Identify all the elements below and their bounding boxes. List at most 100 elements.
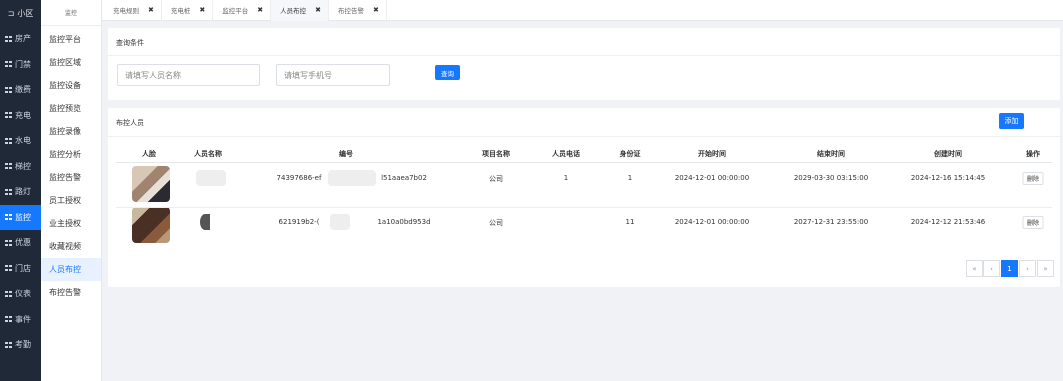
rail-item[interactable]: 水电 [0, 128, 41, 154]
tab[interactable]: 监控平台 ✖ [213, 0, 272, 21]
face-thumbnail [132, 166, 170, 202]
id-right: l51aaea7b02 [381, 174, 427, 182]
redacted-name [196, 170, 226, 186]
search-button[interactable]: 查询 [435, 65, 460, 80]
column-header: 开始时间 [698, 150, 726, 158]
sub-menu-item[interactable]: 监控区域 [41, 51, 101, 74]
grid-icon [5, 214, 12, 221]
column-header: 创建时间 [934, 150, 962, 158]
sub-menu-item[interactable]: 收藏视频 [41, 235, 101, 258]
grid-icon [5, 35, 12, 42]
created-time-cell: 2024-12-16 15:14:45 [910, 174, 986, 182]
sub-menu-item[interactable]: 业主授权 [41, 212, 101, 235]
start-time-cell: 2024-12-01 00:00:00 [674, 174, 750, 182]
rail-item[interactable]: 路灯 [0, 179, 41, 205]
community-icon: ⊐ [7, 8, 15, 18]
rail-item-label: 优惠 [15, 238, 31, 248]
close-icon[interactable]: ✖ [257, 6, 263, 14]
tab-bar: 充电规则 ✖ 充电桩 ✖ 监控平台 ✖ 人员布控 ✖ 布控告警 ✖ [102, 0, 1063, 21]
grid-icon [5, 341, 12, 348]
end-time-cell: 2027-12-31 23:55:00 [793, 218, 869, 226]
project-cell: 公司 [489, 219, 503, 227]
sub-menu-item[interactable]: 监控分析 [41, 143, 101, 166]
delete-button[interactable]: 删除 [1022, 172, 1044, 185]
grid-icon [5, 188, 12, 195]
rail-item[interactable]: 仪表 [0, 281, 41, 307]
tab[interactable]: 充电规则 ✖ [104, 0, 162, 21]
sub-menu-item[interactable]: 监控录像 [41, 120, 101, 143]
rail-item[interactable]: 优惠 [0, 230, 41, 256]
page-first-button[interactable]: « [966, 260, 983, 277]
query-panel: 查询条件 查询 [108, 28, 1060, 100]
rail-item[interactable]: 梯控 [0, 154, 41, 180]
rail-item[interactable]: 缴费 [0, 77, 41, 103]
column-header: 人员电话 [552, 150, 580, 158]
start-time-cell: 2024-12-01 00:00:00 [674, 218, 750, 226]
sub-menu-item[interactable]: 员工授权 [41, 189, 101, 212]
column-header: 编号 [339, 150, 353, 158]
list-title: 布控人员 [116, 119, 144, 127]
close-icon[interactable]: ✖ [148, 6, 154, 14]
redacted-id [328, 170, 376, 186]
grid-icon [5, 137, 12, 144]
rail-item-label: 仪表 [15, 289, 31, 299]
sub-menu-item[interactable]: 监控告警 [41, 166, 101, 189]
page-next-button[interactable]: › [1019, 260, 1036, 277]
rail-item[interactable]: 充电 [0, 103, 41, 129]
sub-menu-item[interactable]: 人员布控 [41, 258, 101, 281]
project-cell: 公司 [489, 175, 503, 183]
rail-item[interactable]: 考勤 [0, 332, 41, 358]
grid-icon [5, 265, 12, 272]
end-time-cell: 2029-03-30 03:15:00 [793, 174, 869, 182]
tab[interactable]: 充电桩 ✖ [162, 0, 214, 21]
phone-cell: 1 [563, 174, 569, 182]
page-current-button[interactable]: 1 [1001, 260, 1018, 277]
sub-menu-item[interactable]: 监控平台 [41, 28, 101, 51]
rail-item-label: 监控 [15, 212, 31, 222]
rail-item-label: 房产 [15, 34, 31, 44]
grid-icon [5, 86, 12, 93]
main-nav-rail: ⊐ 小区 房产门禁缴费充电 水电 梯控 路灯监控优惠门店仪表事件 考勤 [0, 0, 41, 381]
id-right: 1a10a0bd953d [377, 218, 431, 226]
monitored-persons-panel: 布控人员 添加 人脸 人员名称 编号 项目名称 人员电话 身份证 开始时间 结束时间 创建时间 操… [108, 108, 1060, 287]
tab[interactable]: 人员布控 ✖ [271, 0, 329, 21]
close-icon[interactable]: ✖ [373, 6, 379, 14]
sub-menu-item[interactable]: 布控告警 [41, 281, 101, 304]
id-left: 621919b2-( [278, 218, 320, 226]
rail-item-label: 门禁 [15, 59, 31, 69]
rail-item-label: 缴费 [15, 85, 31, 95]
rail-item[interactable]: 监控 [0, 204, 41, 230]
column-header: 结束时间 [817, 150, 845, 158]
rail-item[interactable]: 门店 [0, 256, 41, 282]
community-label: 小区 [17, 8, 34, 18]
grid-icon [5, 112, 12, 119]
created-time-cell: 2024-12-12 21:53:46 [910, 218, 986, 226]
sub-menu-item[interactable]: 监控设备 [41, 74, 101, 97]
query-title: 查询条件 [116, 39, 144, 47]
column-header: 人员名称 [194, 150, 222, 158]
sub-menu: 监控 监控平台 监控区域 监控设备 监控预览 监控录像 监控分析 监控告警 员工授权 业主授权收… [41, 0, 102, 381]
page-last-button[interactable]: » [1037, 260, 1054, 277]
close-icon[interactable]: ✖ [199, 6, 205, 14]
phone-input[interactable] [276, 64, 390, 86]
redacted-name [200, 214, 210, 230]
rail-item[interactable]: 事件 [0, 307, 41, 333]
tab-label: 充电规则 [113, 7, 139, 15]
rail-item[interactable]: 房产 [0, 26, 41, 52]
query-divider [108, 55, 1060, 56]
column-header: 项目名称 [482, 150, 510, 158]
delete-button[interactable]: 删除 [1022, 216, 1044, 229]
grid-icon [5, 163, 12, 170]
tab-label: 监控平台 [222, 7, 249, 15]
redacted-id [330, 214, 350, 230]
community-nav-item[interactable]: ⊐ 小区 [0, 0, 41, 26]
person-name-input[interactable] [117, 64, 260, 86]
tab-label: 布控告警 [338, 7, 364, 15]
tab[interactable]: 布控告警 ✖ [329, 0, 387, 21]
close-icon[interactable]: ✖ [315, 6, 321, 14]
tab-label: 充电桩 [170, 7, 191, 15]
add-button[interactable]: 添加 [999, 113, 1024, 129]
rail-item[interactable]: 门禁 [0, 52, 41, 78]
sub-menu-item[interactable]: 监控预览 [41, 97, 101, 120]
page-prev-button[interactable]: ‹ [983, 260, 1000, 277]
